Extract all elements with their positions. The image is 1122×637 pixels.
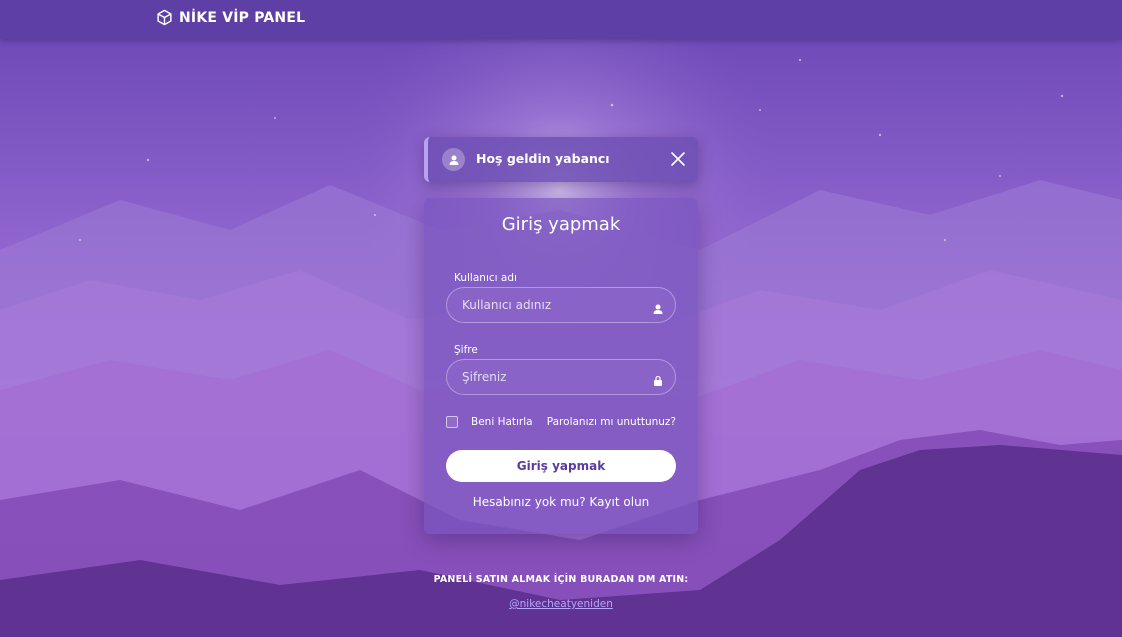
- toast-message: Hoş geldin yabancı: [476, 151, 610, 166]
- login-card: Giriş yapmak Kullanıcı adı Şifre Beni Ha…: [424, 198, 698, 534]
- welcome-toast: Hoş geldin yabancı: [424, 137, 698, 182]
- purchase-note: PANELİ SATIN ALMAK İÇİN BURADAN DM ATIN:: [433, 574, 689, 585]
- lock-icon: [652, 372, 664, 386]
- user-icon: [652, 300, 664, 314]
- instagram-link[interactable]: @nikecheatyeniden: [509, 598, 613, 610]
- username-input[interactable]: [447, 288, 675, 322]
- remember-label: Beni Hatırla: [471, 416, 533, 428]
- username-field-wrapper: [446, 287, 676, 323]
- footer-link-wrapper: @nikecheatyeniden: [0, 592, 1122, 611]
- login-button[interactable]: Giriş yapmak: [446, 450, 676, 482]
- cube-icon: [156, 9, 173, 26]
- brand-name: NİKE VİP PANEL: [179, 9, 306, 26]
- top-navbar: NİKE VİP PANEL: [0, 0, 1122, 39]
- user-icon: [442, 148, 465, 171]
- register-link[interactable]: Hesabınız yok mu? Kayıt olun: [424, 495, 698, 509]
- password-input[interactable]: [447, 360, 675, 394]
- forgot-password-link[interactable]: Parolanızı mı unuttunuz?: [547, 416, 676, 428]
- password-field-wrapper: [446, 359, 676, 395]
- login-title: Giriş yapmak: [501, 214, 621, 235]
- password-label: Şifre: [454, 344, 478, 356]
- close-icon[interactable]: [670, 151, 686, 167]
- remember-me[interactable]: Beni Hatırla: [446, 416, 533, 428]
- remember-checkbox[interactable]: [446, 416, 458, 428]
- brand-logo[interactable]: NİKE VİP PANEL: [156, 9, 305, 26]
- username-label: Kullanıcı adı: [454, 272, 517, 284]
